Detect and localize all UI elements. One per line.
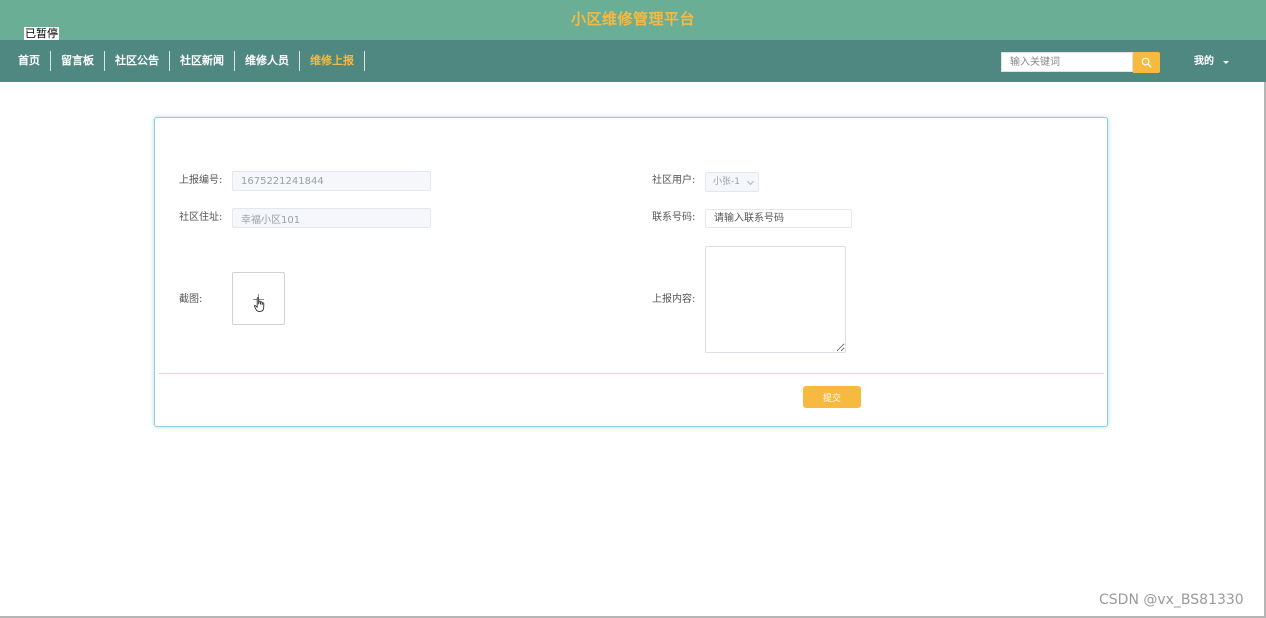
screenshot-upload[interactable] [232, 272, 285, 325]
nav-item-announcements[interactable]: 社区公告 [105, 51, 170, 71]
report-no-label: 上报编号: [179, 175, 223, 186]
nav-item-repair-report[interactable]: 维修上报 [300, 51, 365, 71]
user-menu-label: 我的 [1194, 56, 1214, 67]
site-title: 小区维修管理平台 [570, 10, 695, 28]
nav-item-repair-staff[interactable]: 维修人员 [235, 51, 300, 71]
nav-item-home[interactable]: 首页 [8, 51, 51, 71]
hand-cursor-icon [254, 297, 265, 312]
screenshot-label: 截图: [179, 294, 203, 305]
watermark: CSDN @vx_BS81330 [1099, 592, 1244, 608]
content-label: 上报内容: [652, 294, 696, 305]
community-user-selected: 小张-1 [713, 177, 740, 187]
nav-item-message-board[interactable]: 留言板 [51, 51, 105, 71]
chevron-down-icon [746, 177, 755, 186]
nav-item-news[interactable]: 社区新闻 [170, 51, 235, 71]
report-form-card: 上报编号: 社区用户: 小张-1 社区住址: 联系号码: 截图: 上报内容: 提… [154, 117, 1108, 427]
address-label: 社区住址: [179, 212, 223, 223]
address-field [232, 208, 431, 228]
phone-input[interactable] [705, 209, 852, 228]
search-button[interactable] [1133, 52, 1160, 73]
paused-label: 已暂停 [24, 27, 59, 40]
community-user-select[interactable]: 小张-1 [705, 172, 759, 192]
phone-label: 联系号码: [652, 212, 696, 223]
top-header: 小区维修管理平台 已暂停 [0, 0, 1266, 40]
caret-down-icon [1223, 60, 1229, 64]
community-user-label: 社区用户: [652, 175, 696, 186]
content-textarea[interactable] [705, 246, 846, 353]
user-menu[interactable]: 我的 [1194, 52, 1229, 72]
report-no-field [232, 171, 431, 191]
form-divider [158, 373, 1104, 374]
search-icon [1141, 57, 1152, 68]
submit-button[interactable]: 提交 [803, 386, 861, 408]
main-nav: 首页 留言板 社区公告 社区新闻 维修人员 维修上报 [8, 40, 365, 82]
search-input[interactable] [1001, 52, 1133, 72]
